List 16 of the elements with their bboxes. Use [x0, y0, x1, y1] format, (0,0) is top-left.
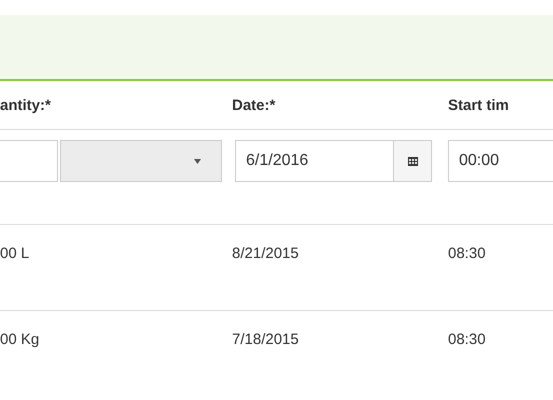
calendar-icon [408, 156, 418, 166]
unit-dropdown[interactable] [60, 140, 222, 182]
table-cell-text: 08:30 [448, 331, 487, 350]
date-field[interactable]: 6/1/2016 [235, 140, 432, 182]
column-header: antity:* [0, 96, 52, 114]
table-cell-text: 00 Kg [0, 331, 40, 350]
column-header: Date:* [232, 96, 276, 114]
time-field[interactable]: 00:00 [448, 140, 553, 182]
table-cell-text: 00 L [0, 245, 30, 264]
table-cell-text: 08:30 [448, 245, 487, 264]
calendar-button[interactable] [393, 141, 431, 181]
table-cell-text: 7/18/2015 [232, 331, 300, 350]
table-cell-text: 8/21/2015 [232, 245, 300, 264]
column-header: Start tim [448, 96, 510, 114]
caret-icon [194, 158, 201, 164]
quantity-field[interactable] [0, 140, 58, 182]
